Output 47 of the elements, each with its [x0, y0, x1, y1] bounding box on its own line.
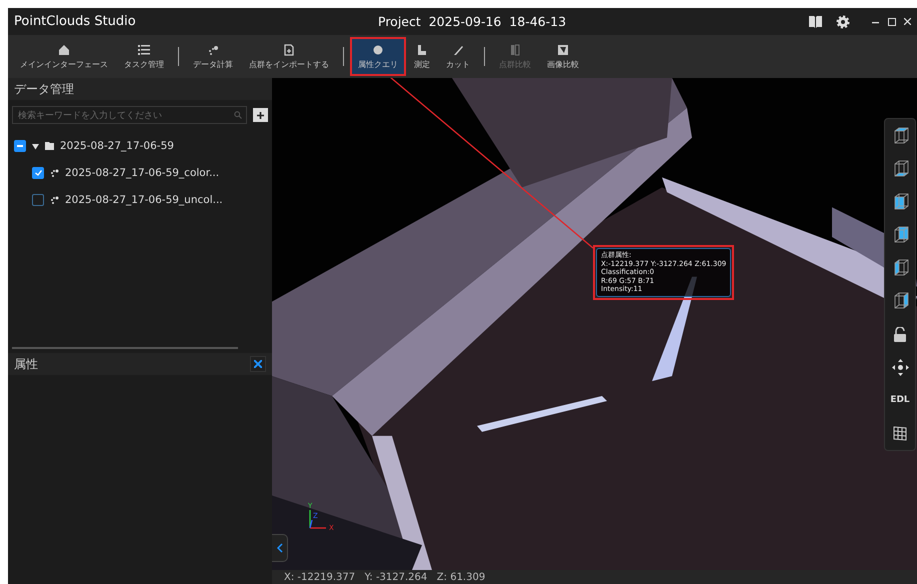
list-icon: [138, 44, 150, 56]
search-field[interactable]: 検索キーワードを入力してください: [12, 106, 247, 124]
folder-icon: [45, 142, 54, 150]
tree-item[interactable]: 2025-08-27_17-06-59: [60, 140, 174, 152]
checkbox[interactable]: [32, 194, 44, 206]
dash-icon: [17, 145, 23, 147]
close-button[interactable]: [250, 356, 266, 372]
point-cloud-icon: [50, 169, 59, 177]
move-icon: [892, 358, 908, 376]
close-icon[interactable]: [904, 18, 911, 25]
cursor-coordinates: X: -12219.377 Y: -3127.264 Z: 61.309: [284, 572, 486, 583]
toolbar-button[interactable]: タスク管理: [116, 37, 172, 76]
tree-item[interactable]: 2025-08-27_17-06-59_color...: [65, 167, 220, 179]
close-icon: [254, 360, 262, 368]
add-folder-button[interactable]: [253, 108, 268, 122]
toolbar-button[interactable]: 測定: [406, 37, 438, 76]
compare-icon: [509, 44, 521, 56]
home-icon: [58, 44, 70, 56]
measure-icon: [416, 44, 428, 56]
grid-icon: [892, 425, 908, 441]
window-title: Project 2025-09-16 18-46-13: [378, 14, 566, 29]
expand-caret-icon[interactable]: [32, 142, 39, 150]
point-cloud-icon: [50, 196, 59, 204]
toolbar-button[interactable]: カット: [438, 37, 478, 76]
checkmark-icon: [34, 170, 42, 176]
checkbox[interactable]: [32, 167, 44, 179]
toolbar-button[interactable]: データ計算: [185, 37, 241, 76]
import-icon: [283, 44, 295, 56]
toolbar-button[interactable]: 点群をインポートする: [241, 37, 337, 76]
toolbar-button[interactable]: 画像比較: [539, 37, 587, 76]
app-name: PointClouds Studio: [14, 14, 136, 29]
plus-icon: [257, 112, 264, 118]
toolbar-button[interactable]: 属性クエリ: [350, 37, 406, 76]
panel-title: 属性: [14, 356, 38, 372]
lock-icon: [893, 326, 907, 342]
collapse-panel-button[interactable]: [272, 534, 288, 562]
edl-button[interactable]: EDL: [887, 387, 913, 413]
settings-icon[interactable]: [836, 14, 850, 28]
maximize-icon[interactable]: [888, 18, 896, 26]
dots-icon: [207, 44, 219, 56]
panel-title: データ管理: [14, 80, 74, 98]
toolbar-button[interactable]: メインインターフェース: [12, 37, 116, 76]
tree-item[interactable]: 2025-08-27_17-06-59_uncol...: [65, 194, 223, 206]
chevron-left-icon: [276, 543, 282, 553]
checkbox[interactable]: [14, 140, 26, 152]
book-icon[interactable]: [809, 16, 822, 28]
search-icon: [234, 111, 242, 119]
